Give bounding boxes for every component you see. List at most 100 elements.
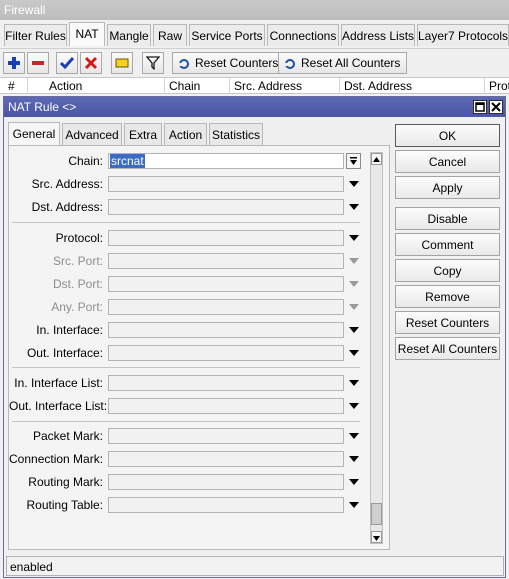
chain-dropdown-button[interactable] — [346, 153, 361, 169]
comment-button[interactable]: Comment — [395, 233, 500, 256]
column-header-protocol[interactable]: Proto — [485, 78, 509, 94]
chevron-down-icon — [349, 304, 359, 310]
nat-rule-dialog: NAT Rule <> General Advanced Extra Actio… — [3, 96, 506, 578]
ok-button[interactable]: OK — [395, 124, 500, 147]
apply-button[interactable]: Apply — [395, 176, 500, 199]
routing-table-label: Routing Table: — [26, 498, 104, 512]
connection-mark-dropdown[interactable] — [349, 455, 359, 463]
maximize-button[interactable] — [473, 100, 487, 114]
reset-counters-button[interactable]: Reset Counters — [395, 311, 500, 334]
chain-field[interactable]: srcnat — [108, 153, 344, 169]
tab-advanced[interactable]: Advanced — [62, 123, 122, 145]
arrow-down-icon — [373, 536, 380, 541]
in-interface-list-dropdown[interactable] — [349, 379, 359, 387]
tab-action[interactable]: Action — [164, 123, 207, 145]
tab-service-ports[interactable]: Service Ports — [189, 24, 265, 46]
column-header-number[interactable]: # — [4, 78, 28, 94]
protocol-field[interactable] — [108, 230, 344, 246]
dst-port-field — [108, 276, 344, 292]
tab-nat[interactable]: NAT — [69, 22, 105, 46]
section-divider — [12, 421, 360, 422]
dst-address-label: Dst. Address: — [31, 200, 103, 214]
out-interface-dropdown[interactable] — [349, 349, 359, 357]
remove-icon — [32, 61, 44, 65]
in-interface-label: In. Interface: — [36, 323, 103, 337]
scroll-up-button[interactable] — [371, 153, 382, 165]
packet-mark-label: Packet Mark: — [32, 429, 103, 443]
reset-all-counters-button[interactable]: Reset All Counters — [278, 52, 408, 74]
column-header-dst-address[interactable]: Dst. Address — [340, 78, 485, 94]
protocol-dropdown[interactable] — [349, 234, 359, 242]
reset-counters-icon — [178, 59, 189, 69]
enable-button[interactable] — [56, 52, 78, 74]
remove-button[interactable] — [27, 52, 49, 74]
chevron-down-icon — [349, 281, 359, 287]
panel-scrollbar[interactable] — [370, 152, 383, 544]
any-port-dropdown — [349, 303, 359, 311]
disable-button[interactable]: Disable — [395, 207, 500, 230]
reset-all-counters-button[interactable]: Reset All Counters — [395, 337, 500, 360]
out-interface-list-field[interactable] — [108, 398, 344, 414]
any-port-field — [108, 299, 344, 315]
src-address-field[interactable] — [108, 176, 344, 192]
packet-mark-field[interactable] — [108, 428, 344, 444]
scroll-down-button[interactable] — [371, 531, 382, 543]
packet-mark-dropdown[interactable] — [349, 432, 359, 440]
firewall-toolbar: Reset Counters Reset All Counters — [0, 48, 509, 76]
status-bar: enabled — [6, 556, 504, 576]
scrollbar-thumb[interactable] — [371, 503, 382, 525]
routing-table-field[interactable] — [108, 497, 344, 513]
src-port-label: Src. Port: — [52, 254, 103, 268]
tab-statistics[interactable]: Statistics — [209, 123, 263, 145]
tab-layer7-protocols[interactable]: Layer7 Protocols — [417, 24, 509, 46]
close-icon — [491, 102, 501, 112]
tab-raw[interactable]: Raw — [153, 24, 187, 46]
tab-mangle[interactable]: Mangle — [107, 24, 151, 46]
routing-mark-field[interactable] — [108, 474, 344, 490]
remove-button[interactable]: Remove — [395, 285, 500, 308]
column-header-chain[interactable]: Chain — [165, 78, 230, 94]
chevron-down-icon — [349, 403, 359, 409]
tab-address-lists[interactable]: Address Lists — [341, 24, 415, 46]
chevron-down-icon — [349, 204, 359, 210]
in-interface-field[interactable] — [108, 322, 344, 338]
chevron-down-icon — [349, 380, 359, 386]
in-interface-dropdown[interactable] — [349, 326, 359, 334]
section-divider — [12, 367, 360, 368]
cancel-button[interactable]: Cancel — [395, 150, 500, 173]
protocol-label: Protocol: — [55, 231, 103, 245]
tab-extra[interactable]: Extra — [124, 123, 162, 145]
comment-button[interactable] — [111, 52, 133, 74]
src-address-dropdown[interactable] — [349, 180, 359, 188]
disable-button[interactable] — [80, 52, 102, 74]
maximize-icon — [475, 102, 485, 112]
reset-counters-button[interactable]: Reset Counters — [172, 52, 286, 74]
dialog-title-bar[interactable]: NAT Rule <> — [4, 97, 505, 117]
add-button[interactable] — [3, 52, 25, 74]
dst-address-field[interactable] — [108, 199, 344, 215]
chain-label: Chain: — [68, 154, 103, 168]
connection-mark-field[interactable] — [108, 451, 344, 467]
routing-table-dropdown[interactable] — [349, 501, 359, 509]
out-interface-list-label: Out. Interface List: — [9, 399, 108, 413]
routing-mark-dropdown[interactable] — [349, 478, 359, 486]
chevron-down-icon — [349, 479, 359, 485]
column-header-action[interactable]: Action — [45, 78, 165, 94]
in-interface-list-field[interactable] — [108, 375, 344, 391]
tab-general[interactable]: General — [8, 122, 60, 146]
src-address-label: Src. Address: — [31, 177, 103, 191]
general-tab-panel: Chain: srcnat Src. Address: Dst. Address… — [8, 145, 390, 550]
dst-address-dropdown[interactable] — [349, 203, 359, 211]
close-button[interactable] — [489, 100, 503, 114]
tab-filter-rules[interactable]: Filter Rules — [4, 24, 67, 46]
filter-button[interactable] — [142, 52, 164, 74]
out-interface-field[interactable] — [108, 345, 344, 361]
chevron-down-icon — [349, 456, 359, 462]
reset-all-counters-label: Reset All Counters — [301, 56, 401, 70]
copy-button[interactable]: Copy — [395, 259, 500, 282]
any-port-label: Any. Port: — [51, 300, 103, 314]
column-header-src-address[interactable]: Src. Address — [230, 78, 340, 94]
out-interface-list-dropdown[interactable] — [349, 402, 359, 410]
out-interface-label: Out. Interface: — [26, 346, 103, 360]
tab-connections[interactable]: Connections — [267, 24, 339, 46]
